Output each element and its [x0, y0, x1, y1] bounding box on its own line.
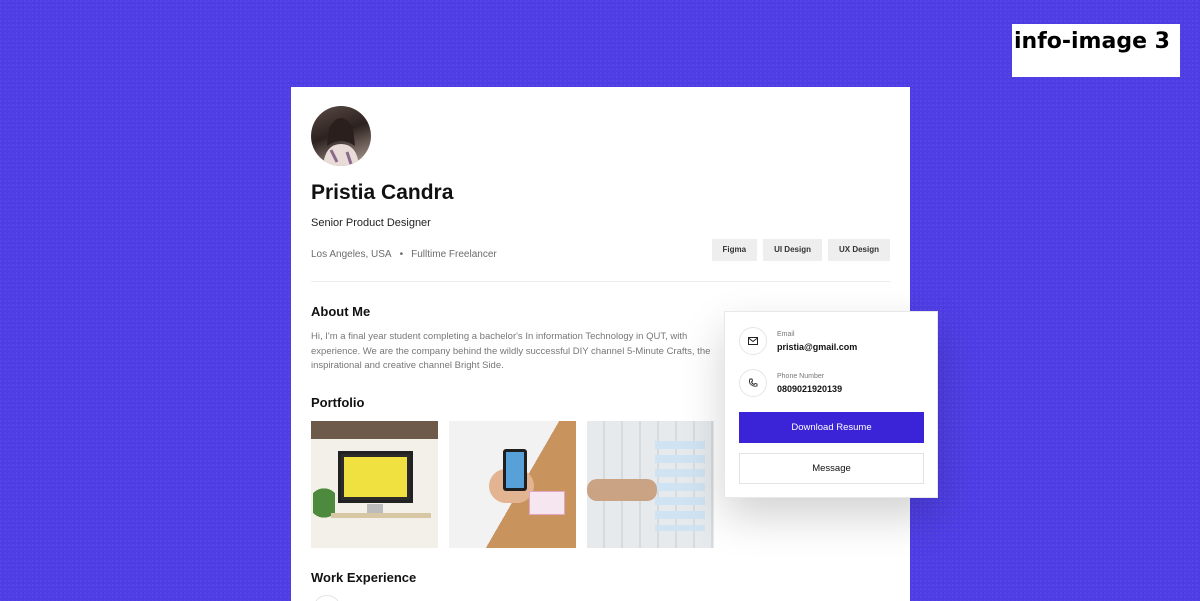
portfolio-item-board[interactable] — [587, 421, 714, 548]
profile-role: Senior Product Designer — [311, 217, 431, 229]
profile-location: Los Angeles, USA — [311, 249, 392, 260]
about-title: About Me — [311, 304, 371, 319]
phone-label: Phone Number — [777, 372, 825, 380]
avatar-portrait — [323, 118, 359, 166]
contact-panel: Email pristia@gmail.com Phone Number 080… — [724, 311, 938, 498]
profile-employment: Fulltime Freelancer — [411, 249, 497, 260]
email-value[interactable]: pristia@gmail.com — [777, 342, 857, 352]
work-title: Work Experience — [311, 570, 417, 585]
portfolio-title: Portfolio — [311, 395, 365, 410]
about-text: Hi, I'm a final year student completing … — [311, 331, 711, 371]
work-logo — [313, 595, 341, 601]
email-label: Email — [777, 330, 795, 338]
message-button[interactable]: Message — [739, 453, 924, 484]
contact-phone: Phone Number 0809021920139 — [739, 369, 842, 397]
tag-ui-design: UI Design — [763, 239, 822, 261]
portfolio-gallery — [311, 421, 714, 548]
profile-name: Pristia Candra — [311, 181, 454, 204]
meta-separator: • — [399, 249, 404, 260]
divider — [311, 281, 890, 282]
tag-figma: Figma — [711, 239, 758, 261]
profile-meta: Los Angeles, USA • Fulltime Freelancer — [311, 249, 497, 260]
overlay-label: info-image 3 — [1012, 24, 1180, 77]
contact-email: Email pristia@gmail.com — [739, 327, 857, 355]
portfolio-item-sketch[interactable] — [449, 421, 576, 548]
skill-tags: Figma UI Design UX Design — [711, 239, 890, 261]
portfolio-item-desk[interactable] — [311, 421, 438, 548]
download-resume-button[interactable]: Download Resume — [739, 412, 924, 443]
avatar — [311, 106, 371, 166]
phone-value[interactable]: 0809021920139 — [777, 384, 842, 394]
mail-icon — [739, 327, 767, 355]
tag-ux-design: UX Design — [827, 239, 890, 261]
phone-icon — [739, 369, 767, 397]
